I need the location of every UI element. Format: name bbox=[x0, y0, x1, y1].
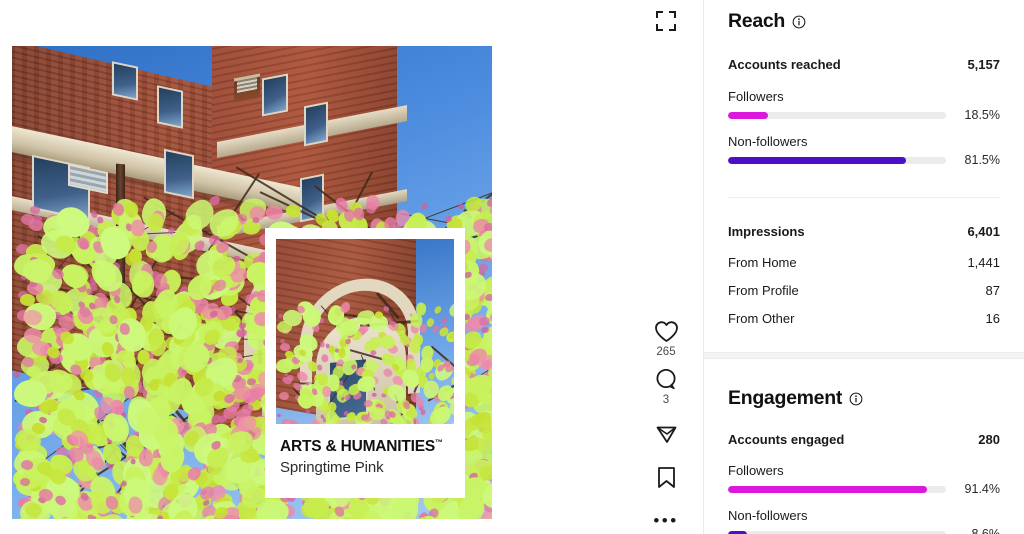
insights-panel: Reach Accounts reached 5,157 Followers 1… bbox=[703, 0, 1024, 534]
accounts-reached-value: 5,157 bbox=[967, 57, 1000, 72]
share-button[interactable] bbox=[630, 422, 702, 445]
from-other-value: 16 bbox=[985, 311, 1000, 326]
reach-followers-percent: 18.5% bbox=[964, 108, 1000, 122]
more-options-icon: ••• bbox=[653, 511, 679, 530]
engagement-non-followers-metric: Non-followers 8.6% bbox=[728, 508, 1000, 534]
impressions-source-row: From Home 1,441 bbox=[728, 255, 1000, 270]
engagement-followers-bar-track bbox=[728, 485, 946, 493]
engagement-section: Engagement Accounts engaged 280 Follower… bbox=[704, 359, 1024, 534]
engagement-non-followers-bar-fill bbox=[728, 530, 747, 534]
engagement-followers-label: Followers bbox=[728, 463, 784, 478]
share-paper-plane-icon bbox=[656, 426, 676, 443]
engagement-followers-bar-row: 91.4% bbox=[728, 482, 1000, 496]
card-inset-photo bbox=[276, 239, 454, 424]
expand-fullscreen-icon bbox=[656, 11, 676, 31]
accounts-engaged-label: Accounts engaged bbox=[728, 432, 845, 447]
from-profile-label: From Profile bbox=[728, 283, 799, 298]
post-photo[interactable]: ARTS & HUMANITIES™ Springtime Pink bbox=[12, 46, 492, 519]
action-rail: 265 3 ••• bbox=[630, 0, 702, 534]
from-profile-value: 87 bbox=[985, 283, 1000, 298]
window bbox=[157, 85, 183, 129]
window bbox=[300, 173, 324, 223]
impressions-source-row: From Profile 87 bbox=[728, 283, 1000, 298]
like-count: 265 bbox=[656, 346, 676, 358]
impressions-row: Impressions 6,401 bbox=[728, 224, 1000, 239]
comment-button[interactable]: 3 bbox=[630, 368, 702, 406]
reach-title: Reach bbox=[728, 10, 786, 32]
impressions-section: Impressions 6,401 From Home 1,441 From P… bbox=[704, 198, 1024, 326]
accounts-reached-label: Accounts reached bbox=[728, 57, 841, 72]
reach-followers-label: Followers bbox=[728, 89, 784, 104]
save-button[interactable] bbox=[630, 466, 702, 489]
window bbox=[164, 148, 194, 200]
more-options-button[interactable]: ••• bbox=[630, 512, 702, 529]
engagement-followers-metric: Followers 91.4% bbox=[728, 463, 1000, 496]
section-separator bbox=[704, 352, 1024, 359]
reach-non-followers-bar-row: 81.5% bbox=[728, 153, 1000, 167]
engagement-non-followers-bar-track bbox=[728, 530, 946, 534]
card-title: ARTS & HUMANITIES™ bbox=[280, 438, 450, 456]
impressions-value: 6,401 bbox=[967, 224, 1000, 239]
window bbox=[262, 73, 288, 117]
from-other-label: From Other bbox=[728, 311, 795, 326]
engagement-header: Engagement bbox=[728, 387, 1000, 410]
reach-non-followers-percent: 81.5% bbox=[964, 153, 1000, 167]
card-text-block: ARTS & HUMANITIES™ Springtime Pink bbox=[276, 424, 454, 476]
engagement-title: Engagement bbox=[728, 387, 843, 409]
reach-non-followers-metric: Non-followers 81.5% bbox=[728, 134, 1000, 167]
info-icon[interactable] bbox=[849, 392, 863, 406]
reach-non-followers-bar-track bbox=[728, 156, 946, 164]
reach-followers-bar-fill bbox=[728, 111, 769, 119]
comment-icon bbox=[655, 368, 676, 390]
card-window bbox=[328, 356, 368, 422]
window bbox=[112, 61, 138, 101]
reach-section: Reach Accounts reached 5,157 Followers 1… bbox=[704, 0, 1024, 167]
reach-non-followers-bar-fill bbox=[728, 156, 906, 164]
engagement-non-followers-label: Non-followers bbox=[728, 508, 808, 523]
reach-followers-bar-track bbox=[728, 111, 946, 119]
engagement-followers-bar-fill bbox=[728, 485, 928, 493]
reach-header: Reach bbox=[728, 10, 1000, 33]
engagement-non-followers-percent: 8.6% bbox=[971, 527, 1001, 534]
impressions-label: Impressions bbox=[728, 224, 805, 239]
bookmark-icon bbox=[657, 467, 675, 488]
info-icon[interactable] bbox=[792, 15, 806, 29]
like-button[interactable]: 265 bbox=[630, 320, 702, 358]
accounts-engaged-row: Accounts engaged 280 bbox=[728, 432, 1000, 447]
window bbox=[304, 101, 328, 147]
color-swatch-card: ARTS & HUMANITIES™ Springtime Pink bbox=[265, 228, 465, 498]
accounts-engaged-value: 280 bbox=[978, 432, 1000, 447]
reach-followers-metric: Followers 18.5% bbox=[728, 89, 1000, 122]
reach-non-followers-label: Non-followers bbox=[728, 134, 808, 149]
media-area: ARTS & HUMANITIES™ Springtime Pink bbox=[0, 0, 630, 534]
heart-icon bbox=[654, 321, 678, 342]
card-subtitle: Springtime Pink bbox=[280, 459, 384, 477]
impressions-source-row: From Other 16 bbox=[728, 311, 1000, 326]
from-home-value: 1,441 bbox=[967, 255, 1000, 270]
comment-count: 3 bbox=[662, 394, 670, 406]
trademark-symbol: ™ bbox=[435, 438, 443, 447]
downspout-pipe bbox=[116, 163, 125, 315]
post-insights-screen: ARTS & HUMANITIES™ Springtime Pink 265 3… bbox=[0, 0, 1024, 534]
engagement-non-followers-bar-row: 8.6% bbox=[728, 527, 1000, 534]
accounts-reached-row: Accounts reached 5,157 bbox=[728, 57, 1000, 72]
expand-button[interactable] bbox=[630, 10, 702, 32]
card-title-text: ARTS & HUMANITIES bbox=[280, 438, 436, 456]
reach-followers-bar-row: 18.5% bbox=[728, 108, 1000, 122]
from-home-label: From Home bbox=[728, 255, 797, 270]
engagement-followers-percent: 91.4% bbox=[964, 482, 1000, 496]
